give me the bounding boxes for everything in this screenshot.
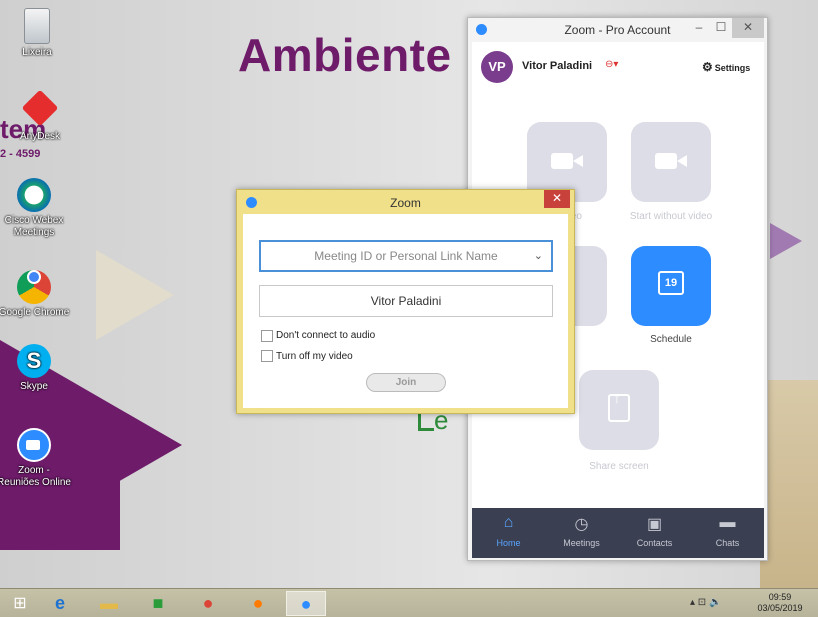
taskbar: ⊞ e ▬ ■ ● ● ● ▴ ⊡ 🔈 09:59 03/05/2019 <box>0 588 818 617</box>
taskbar-chrome[interactable]: ● <box>188 591 228 616</box>
settings-button[interactable]: ⚙ Settings <box>702 60 750 74</box>
firefox-icon: ● <box>252 593 264 613</box>
dialog-body: Meeting ID or Personal Link Name ⌄ Vitor… <box>243 214 568 408</box>
share-screen-label: Share screen <box>589 461 649 472</box>
desktop-icon-skype[interactable]: S Skype <box>0 344 71 393</box>
desktop-icon-label: Zoom - Reuniões Online <box>0 465 71 488</box>
video-camera-icon <box>551 153 573 169</box>
desktop-icon-webex[interactable]: Cisco Webex Meetings <box>0 178 71 239</box>
minimize-button[interactable]: – <box>688 18 710 38</box>
wallpaper-shape <box>96 250 174 340</box>
taskbar-ie[interactable]: e <box>40 591 80 616</box>
chrome-icon <box>17 270 51 304</box>
zoom-icon: ● <box>300 594 312 614</box>
turn-off-video-checkbox[interactable] <box>261 350 273 362</box>
desktop-icon-label: Lixeira <box>22 47 52 58</box>
folder-icon: ▬ <box>100 593 118 613</box>
meeting-id-input[interactable]: Meeting ID or Personal Link Name ⌄ <box>259 240 553 272</box>
taskbar-zoom[interactable]: ● <box>286 591 326 616</box>
skype-icon: S <box>17 344 51 378</box>
wallpaper-phone: 2 - 4599 <box>0 148 41 160</box>
start-button[interactable]: ⊞ <box>0 591 40 616</box>
desktop-icon-label: Skype <box>20 381 48 392</box>
start-without-video-tile[interactable] <box>631 122 711 202</box>
maximize-button[interactable]: ☐ <box>710 18 732 38</box>
avatar[interactable]: VP <box>481 51 513 83</box>
dont-connect-audio-label[interactable]: Don't connect to audio <box>276 330 375 341</box>
nav-label: Contacts <box>636 538 673 548</box>
start-without-video-label: Start without video <box>629 211 713 222</box>
join-button[interactable]: Join <box>366 373 446 392</box>
nav-home[interactable]: ⌂ Home <box>472 508 545 558</box>
video-off-icon <box>655 153 677 169</box>
anydesk-icon <box>21 89 59 127</box>
desktop-icon-zoom[interactable]: Zoom - Reuniões Online <box>0 428 71 489</box>
desktop-icon-recycle-bin[interactable]: Lixeira <box>0 8 74 59</box>
title-bar[interactable]: Zoom - Pro Account – ☐ ✕ <box>468 18 767 42</box>
name-input[interactable]: Vitor Paladini <box>259 285 553 317</box>
meeting-id-placeholder: Meeting ID or Personal Link Name <box>314 249 498 263</box>
recycle-bin-icon <box>24 8 50 44</box>
bottom-nav: ⌂ Home ◷ Meetings ▣ Contacts ▬ Chats <box>472 508 764 558</box>
turn-off-video-label[interactable]: Turn off my video <box>276 351 353 362</box>
share-screen-tile[interactable]: ↑ <box>579 370 659 450</box>
nav-label: Chats <box>715 538 740 548</box>
system-tray[interactable]: ▴ ⊡ 🔈 <box>690 597 721 608</box>
nav-label: Meetings <box>563 538 600 548</box>
user-name[interactable]: Vitor Paladini <box>522 60 592 72</box>
taskbar-explorer[interactable]: ▬ <box>89 591 129 616</box>
wallpaper-shape <box>770 223 802 259</box>
home-icon: ⌂ <box>503 514 514 531</box>
clock[interactable]: 09:59 03/05/2019 <box>750 592 810 614</box>
store-icon: ■ <box>152 593 164 613</box>
dialog-title: Zoom <box>390 196 421 210</box>
desktop-icon-label: AnyDesk <box>19 131 60 142</box>
gear-icon: ⚙ <box>702 60 713 74</box>
contacts-icon: ▣ <box>646 516 663 533</box>
close-button[interactable]: ✕ <box>732 18 764 38</box>
chevron-down-icon[interactable]: ⌄ <box>534 242 543 270</box>
nav-meetings[interactable]: ◷ Meetings <box>545 508 618 558</box>
desktop-icon-label: Cisco Webex Meetings <box>4 215 64 238</box>
nav-label: Home <box>496 538 521 548</box>
nav-chats[interactable]: ▬ Chats <box>691 508 764 558</box>
chrome-icon: ● <box>202 593 214 613</box>
desktop-icon-label: Google Chrome <box>0 307 70 318</box>
clock-time: 09:59 <box>768 592 792 602</box>
calendar-icon: 19 <box>658 271 684 295</box>
clock-date: 03/05/2019 <box>757 603 803 613</box>
chat-icon: ▬ <box>719 514 736 531</box>
schedule-label: Schedule <box>650 334 692 345</box>
nav-contacts[interactable]: ▣ Contacts <box>618 508 691 558</box>
join-meeting-dialog: Zoom ✕ Meeting ID or Personal Link Name … <box>236 189 575 414</box>
webex-icon <box>17 178 51 212</box>
schedule-tile[interactable]: 19 <box>631 246 711 326</box>
dont-connect-audio-checkbox[interactable] <box>261 330 273 342</box>
status-dropdown[interactable]: ⊖▾ <box>605 59 618 70</box>
settings-label: Settings <box>714 63 751 73</box>
close-button[interactable]: ✕ <box>544 190 570 208</box>
wallpaper-title: Ambiente <box>238 29 452 81</box>
wallpaper-photo <box>760 380 818 588</box>
desktop-icon-anydesk[interactable]: AnyDesk <box>3 89 77 143</box>
taskbar-firefox[interactable]: ● <box>238 591 278 616</box>
taskbar-store[interactable]: ■ <box>138 591 178 616</box>
desktop-icon-chrome[interactable]: Google Chrome <box>0 260 71 319</box>
clock-icon: ◷ <box>574 516 589 533</box>
windows-icon: ⊞ <box>13 595 27 612</box>
internet-explorer-icon: e <box>54 593 65 613</box>
zoom-icon <box>17 428 51 462</box>
